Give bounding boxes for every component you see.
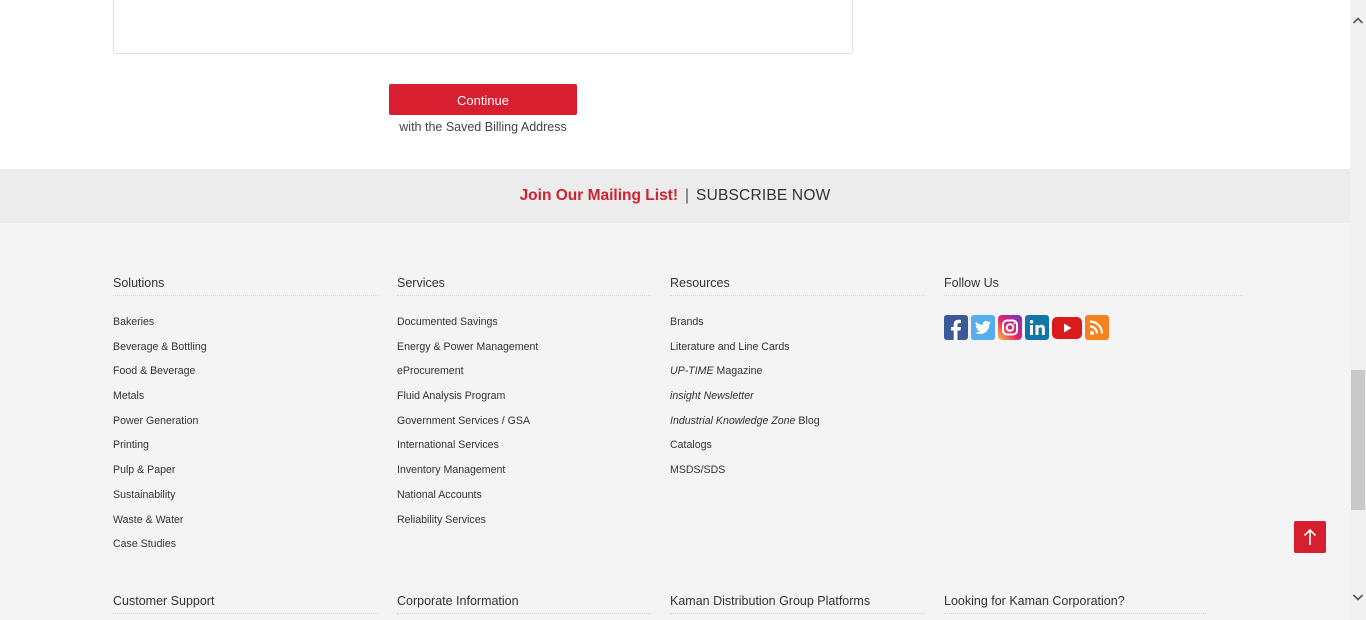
customer-support-title: Customer Support [113,594,378,614]
subscribe-now-link[interactable]: SUBSCRIBE NOW [696,187,830,205]
uptime-italic: UP-TIME [670,365,714,378]
scroll-down-arrow-icon[interactable] [1350,590,1366,606]
resources-link-brands[interactable]: Brands [670,315,924,340]
solutions-link[interactable]: Pulp & Paper [113,463,378,488]
kaman-corporation-title: Looking for Kaman Corporation? [944,594,1206,614]
services-link[interactable]: Energy & Power Management [397,340,651,365]
follow-title: Follow Us [944,276,1243,296]
resources-link-ikz[interactable]: Industrial Knowledge Zone Blog [670,414,924,439]
youtube-icon[interactable] [1052,316,1082,339]
ikz-rest: Blog [795,414,820,427]
instagram-icon[interactable] [998,315,1022,340]
solutions-link[interactable]: Metals [113,389,378,414]
services-list: Documented Savings Energy & Power Manage… [397,315,651,537]
solutions-link[interactable]: Waste & Water [113,513,378,538]
social-icons [944,315,1243,340]
corporate-information-title: Corporate Information [397,594,651,614]
linkedin-icon[interactable] [1025,315,1049,340]
services-link[interactable]: Inventory Management [397,463,651,488]
scroll-up-arrow-icon[interactable] [1350,12,1366,28]
services-link[interactable]: Documented Savings [397,315,651,340]
services-link[interactable]: eProcurement [397,364,651,389]
resources-link-catalogs[interactable]: Catalogs [670,438,924,463]
join-mailing-link[interactable]: Join Our Mailing List! [520,187,678,205]
page-scrollbar[interactable] [1350,0,1366,620]
ikz-italic: Industrial Knowledge Zone [670,414,796,427]
twitter-icon[interactable] [971,315,995,340]
resources-link-insight[interactable]: insight Newsletter [670,389,924,414]
insight-italic: insight [670,390,701,403]
solutions-title: Solutions [113,276,378,296]
insight-rest: Newsletter [700,390,754,403]
arrow-up-icon [1303,528,1317,545]
mailing-list-bar: Join Our Mailing List! | SUBSCRIBE NOW [0,169,1350,223]
services-title: Services [397,276,651,296]
back-to-top-button[interactable] [1294,521,1326,553]
services-link[interactable]: International Services [397,438,651,463]
scrollbar-thumb[interactable] [1351,370,1365,510]
continue-button[interactable]: Continue [389,84,577,115]
mailing-separator: | [685,187,690,204]
services-link[interactable]: Fluid Analysis Program [397,389,651,414]
services-link[interactable]: Government Services / GSA [397,414,651,439]
solutions-link[interactable]: Power Generation [113,414,378,439]
resources-link-msds[interactable]: MSDS/SDS [670,463,924,488]
billing-section: Continue with the Saved Billing Address [0,0,1350,169]
site-footer: Solutions Bakeries Beverage & Bottling F… [0,223,1350,620]
resources-link-literature[interactable]: Literature and Line Cards [670,340,924,365]
services-link[interactable]: Reliability Services [397,513,651,538]
footer-col-solutions: Solutions Bakeries Beverage & Bottling F… [113,276,378,562]
solutions-link[interactable]: Beverage & Bottling [113,340,378,365]
solutions-link[interactable]: Case Studies [113,537,378,562]
footer-col-follow: Follow Us [944,276,1243,340]
services-link[interactable]: National Accounts [397,488,651,513]
solutions-link[interactable]: Bakeries [113,315,378,340]
footer-col-services: Services Documented Savings Energy & Pow… [397,276,651,537]
platforms-title: Kaman Distribution Group Platforms [670,594,924,614]
solutions-link[interactable]: Food & Beverage [113,364,378,389]
continue-note: with the Saved Billing Address [399,120,567,134]
resources-list: Brands Literature and Line Cards UP-TIME… [670,315,924,488]
rss-icon[interactable] [1085,315,1109,340]
solutions-link[interactable]: Sustainability [113,488,378,513]
resources-link-uptime[interactable]: UP-TIME Magazine [670,364,924,389]
resources-title: Resources [670,276,924,296]
facebook-icon[interactable] [944,315,968,340]
address-textarea[interactable] [113,0,853,54]
footer-col-resources: Resources Brands Literature and Line Car… [670,276,924,488]
solutions-link[interactable]: Printing [113,438,378,463]
solutions-list: Bakeries Beverage & Bottling Food & Beve… [113,315,378,562]
uptime-rest: Magazine [713,365,763,378]
